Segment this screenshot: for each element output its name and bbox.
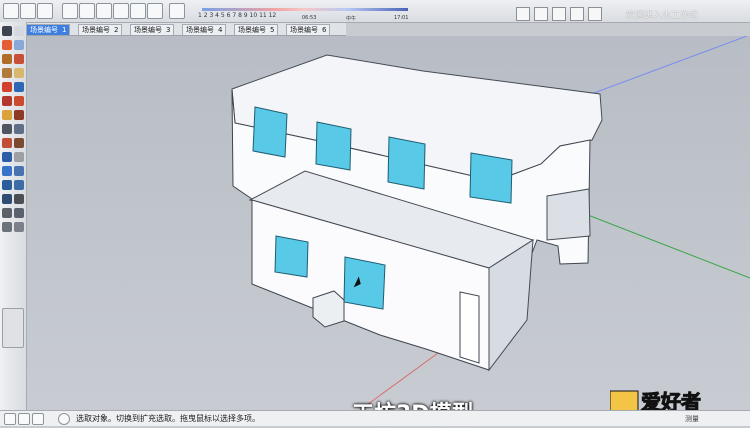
- layers-icon[interactable]: [147, 3, 163, 19]
- settings-icon[interactable]: [516, 7, 530, 21]
- timeline-bar[interactable]: [202, 8, 408, 11]
- tab-scene-5[interactable]: 场景编号 5: [234, 24, 279, 35]
- credits-icon[interactable]: [18, 413, 30, 425]
- section-icon[interactable]: [96, 3, 112, 19]
- tab-scene-4[interactable]: 场景编号 4: [182, 24, 227, 35]
- export-icon[interactable]: [570, 7, 584, 21]
- look-around-icon[interactable]: [14, 208, 24, 218]
- pan-tool-icon[interactable]: [14, 166, 24, 176]
- rotate-icon[interactable]: [2, 96, 12, 106]
- axes-icon[interactable]: [2, 152, 12, 162]
- measurement-label: 测量: [685, 415, 699, 423]
- dimension-icon[interactable]: [14, 124, 24, 134]
- timeline-start-time: 06:53: [302, 15, 317, 21]
- polygon-icon[interactable]: [14, 68, 24, 78]
- timeline-numbers: 1 2 3 4 5 6 7 8 9 10 11 12: [198, 12, 277, 19]
- user-icon[interactable]: [32, 413, 44, 425]
- paint-bucket-icon[interactable]: [2, 40, 12, 50]
- circle-icon[interactable]: [14, 54, 24, 64]
- building-model[interactable]: [27, 35, 750, 411]
- pushpull-icon[interactable]: [14, 82, 24, 92]
- tab-scene-3[interactable]: 场景编号 3: [130, 24, 175, 35]
- rectangle-icon[interactable]: [2, 54, 12, 64]
- tab-scene-1[interactable]: 场景编号 1: [26, 24, 71, 35]
- orbit-icon[interactable]: [3, 3, 19, 19]
- select-icon[interactable]: [2, 26, 12, 36]
- tape-icon[interactable]: [2, 124, 12, 134]
- move-icon[interactable]: [2, 82, 12, 92]
- left-toolbar: [0, 22, 27, 410]
- view-icon[interactable]: [62, 3, 78, 19]
- protractor-icon[interactable]: [2, 138, 12, 148]
- component-icon[interactable]: [534, 7, 548, 21]
- upper-window-2: [315, 121, 352, 171]
- shadow-icon[interactable]: [79, 3, 95, 19]
- position-camera-icon[interactable]: [2, 208, 12, 218]
- lower-window-2: [343, 256, 386, 310]
- eraser-icon[interactable]: [14, 26, 24, 36]
- air-conditioner-unit: [312, 290, 345, 328]
- zoom-icon[interactable]: [37, 3, 53, 19]
- timeline-mid-label: 中午: [346, 16, 357, 22]
- paint-icon[interactable]: [169, 3, 185, 19]
- arc-icon[interactable]: [2, 68, 12, 78]
- shadow-timeline[interactable]: 1 2 3 4 5 6 7 8 9 10 11 12 中午 17:01 06:5…: [198, 3, 413, 22]
- upper-window-4: [469, 152, 513, 204]
- side-tower: [546, 188, 591, 241]
- camera-icon[interactable]: [113, 3, 129, 19]
- pan-icon[interactable]: [20, 3, 36, 19]
- lower-window-1: [274, 235, 309, 278]
- tray-panel-icon[interactable]: [2, 308, 24, 348]
- walk-icon[interactable]: [130, 3, 146, 19]
- orbit-tool-icon[interactable]: [2, 166, 12, 176]
- upper-window-1: [252, 106, 288, 158]
- warehouse-icon[interactable]: [552, 7, 566, 21]
- timeline-end-time: 17:01: [394, 15, 409, 21]
- followme-icon[interactable]: [14, 96, 24, 106]
- walk-tool-icon[interactable]: [2, 222, 12, 232]
- line-icon[interactable]: [14, 40, 24, 50]
- status-hint: 选取对象。切换到扩充选取。拖曳鼠标以选择多项。: [76, 414, 260, 423]
- watermark-text: 欢迎进入木工作坊: [626, 11, 699, 21]
- zoom-extents-icon[interactable]: [14, 194, 24, 204]
- zoom-window-icon[interactable]: [14, 180, 24, 190]
- 3dtext-icon[interactable]: [14, 152, 24, 162]
- tab-scene-6[interactable]: 场景编号 6: [286, 24, 331, 35]
- door[interactable]: [459, 291, 480, 364]
- previous-view-icon[interactable]: [2, 194, 12, 204]
- status-bar: 选取对象。切换到扩充选取。拖曳鼠标以选择多项。: [0, 410, 750, 426]
- extension-icon[interactable]: [588, 7, 602, 21]
- help-icon[interactable]: [58, 413, 70, 425]
- scale-icon[interactable]: [2, 110, 12, 120]
- zoom-tool-icon[interactable]: [2, 180, 12, 190]
- text-icon[interactable]: [14, 138, 24, 148]
- upper-window-3: [387, 136, 426, 190]
- tab-scene-2[interactable]: 场景编号 2: [78, 24, 123, 35]
- top-toolbar: 1 2 3 4 5 6 7 8 9 10 11 12 中午 17:01 06:5…: [0, 0, 750, 23]
- geo-location-icon[interactable]: [4, 413, 16, 425]
- model-viewport[interactable]: 工坊3D模型 爱好者: [27, 35, 750, 427]
- scene-tabs: 场景编号 1 场景编号 2 场景编号 3 场景编号 4 场景编号 5 场景编号 6: [26, 23, 346, 36]
- offset-icon[interactable]: [14, 110, 24, 120]
- section-plane-icon[interactable]: [14, 222, 24, 232]
